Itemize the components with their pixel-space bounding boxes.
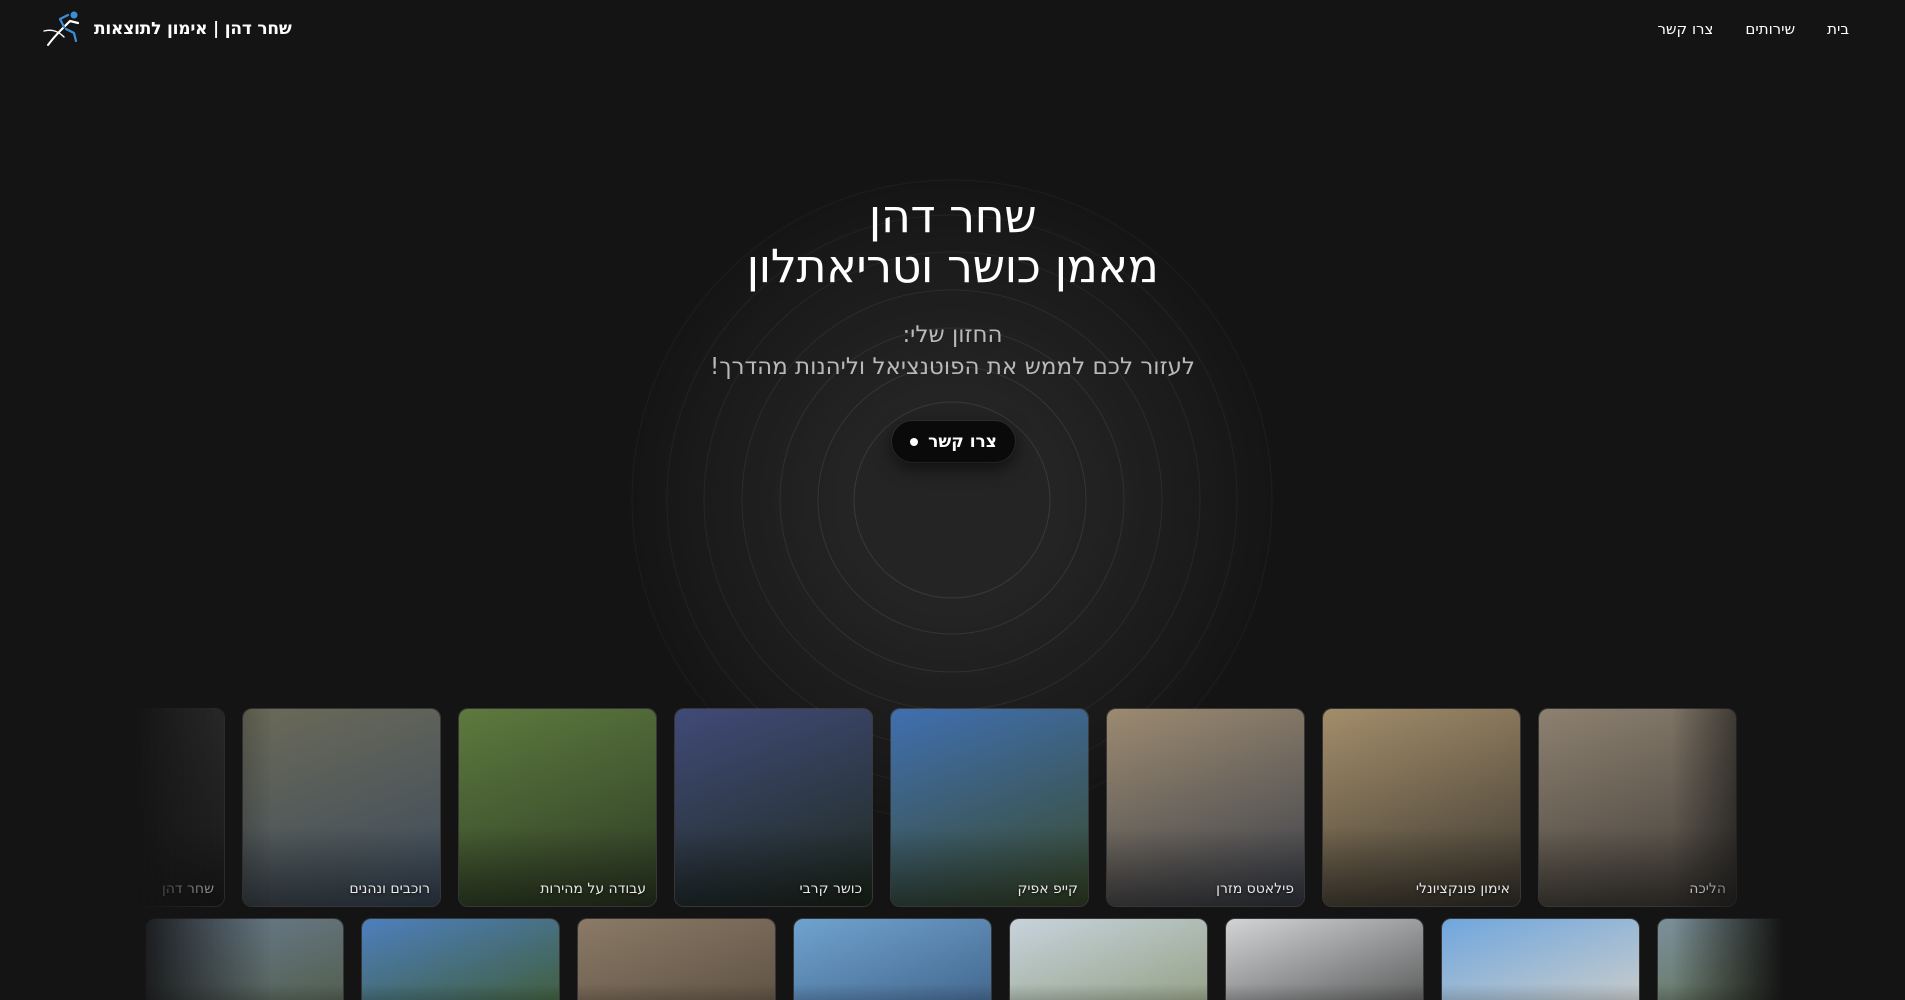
gallery-caption: רוכבים ונהנים (349, 881, 430, 897)
gallery-card[interactable] (1657, 918, 1784, 1000)
gallery-photo (132, 709, 224, 906)
gallery-photo (362, 919, 559, 1000)
gallery-card[interactable]: הליכה (1538, 708, 1737, 907)
main-nav: בית שירותים צרו קשר (1657, 20, 1849, 38)
cta-label: צרו קשר (928, 431, 997, 452)
page: שחר דהן | אימון לתוצאות בית שירותים צרו … (0, 0, 1905, 1000)
hero-title: שחר דהן מאמן כושר וטריאתלון (0, 191, 1905, 291)
gallery-card[interactable]: כושר קרבי (674, 708, 873, 907)
gallery-photo (1323, 709, 1520, 906)
gallery-photo (1107, 709, 1304, 906)
brand-link[interactable]: שחר דהן | אימון לתוצאות (40, 9, 292, 49)
nav-services[interactable]: שירותים (1745, 20, 1795, 38)
gallery-row-1[interactable]: שחר דהן רוכבים ונהנים עבודה על מהירות כושר … (132, 708, 1784, 908)
gallery-caption: קייפ אפיק (1017, 881, 1078, 897)
gallery-caption: עבודה על מהירות (540, 881, 646, 897)
gallery-photo (1539, 709, 1736, 906)
gallery-caption: פילאטס מזרן (1216, 881, 1294, 897)
gallery-photo (891, 709, 1088, 906)
nav-contact[interactable]: צרו קשר (1657, 20, 1713, 38)
gallery-card[interactable]: פילאטס מזרן (1106, 708, 1305, 907)
gallery-photo (243, 709, 440, 906)
gallery-photo (1658, 919, 1784, 1000)
nav-home[interactable]: בית (1827, 20, 1849, 38)
gallery-track-1: שחר דהן רוכבים ונהנים עבודה על מהירות כושר … (132, 708, 1784, 908)
gallery-row-2[interactable] (132, 918, 1784, 1000)
gallery-caption: הליכה (1689, 881, 1726, 897)
hero-title-role: מאמן כושר וטריאתלון (746, 239, 1159, 293)
gallery-photo (1226, 919, 1423, 1000)
gallery-caption: אימון פונקציונלי (1415, 881, 1510, 897)
gallery-photo (794, 919, 991, 1000)
hero-subtitle: החזון שלי: לעזור לכם לממש את הפוטנציאל ו… (0, 319, 1905, 383)
gallery-photo (146, 919, 343, 1000)
gallery-caption: כושר קרבי (799, 881, 862, 897)
brand-name: שחר דהן | אימון לתוצאות (94, 19, 292, 39)
gallery-photo (1442, 919, 1639, 1000)
gallery-card[interactable] (793, 918, 992, 1000)
gallery-card[interactable]: אימון פונקציונלי (1322, 708, 1521, 907)
gallery-card[interactable] (1225, 918, 1424, 1000)
hero-subtitle-line2: לעזור לכם לממש את הפוטנציאל וליהנות מהדר… (709, 354, 1196, 380)
runner-icon (43, 11, 80, 46)
gallery-track-2 (132, 918, 1784, 1000)
dot-icon (910, 437, 919, 446)
gallery-card[interactable] (1009, 918, 1208, 1000)
gallery-card[interactable]: רוכבים ונהנים (242, 708, 441, 907)
gallery-card[interactable] (1441, 918, 1640, 1000)
gallery-photo (675, 709, 872, 906)
gallery-card[interactable]: שחר דהן (132, 708, 225, 907)
gallery-card[interactable] (577, 918, 776, 1000)
gallery-photo (459, 709, 656, 906)
contact-cta-button[interactable]: צרו קשר (892, 421, 1015, 462)
gallery-caption: שחר דהן (161, 881, 214, 897)
hero-subtitle-line1: החזון שלי: (902, 322, 1003, 348)
hero-title-name: שחר דהן (868, 189, 1037, 243)
gallery-photo (578, 919, 775, 1000)
gallery-photo (1010, 919, 1207, 1000)
gallery-card[interactable]: קייפ אפיק (890, 708, 1089, 907)
gallery-card[interactable] (145, 918, 344, 1000)
gallery-card[interactable]: עבודה על מהירות (458, 708, 657, 907)
top-bar: שחר דהן | אימון לתוצאות בית שירותים צרו … (0, 0, 1905, 58)
gallery-card[interactable] (361, 918, 560, 1000)
